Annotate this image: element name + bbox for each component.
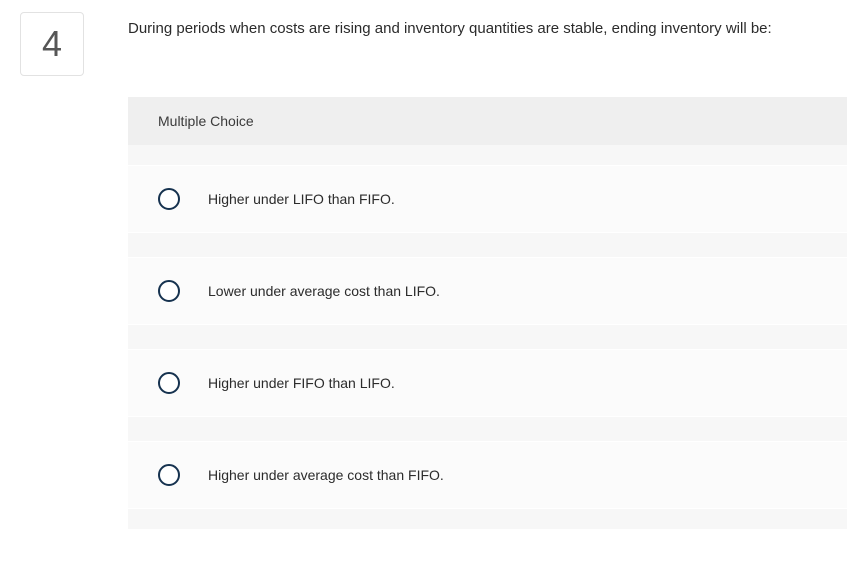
option-3[interactable]: Higher under FIFO than LIFO. — [128, 349, 847, 417]
option-4[interactable]: Higher under average cost than FIFO. — [128, 441, 847, 509]
radio-icon — [158, 372, 180, 394]
multiple-choice-header: Multiple Choice — [128, 97, 847, 145]
option-text: Lower under average cost than LIFO. — [208, 283, 440, 299]
question-body: During periods when costs are rising and… — [128, 12, 847, 529]
question-number-box: 4 — [20, 12, 84, 76]
radio-icon — [158, 464, 180, 486]
option-text: Higher under average cost than FIFO. — [208, 467, 444, 483]
question-text: During periods when costs are rising and… — [128, 18, 847, 41]
question-number: 4 — [42, 23, 62, 65]
option-1[interactable]: Higher under LIFO than FIFO. — [128, 165, 847, 233]
radio-icon — [158, 280, 180, 302]
question-wrapper: 4 During periods when costs are rising a… — [0, 0, 847, 529]
option-text: Higher under LIFO than FIFO. — [208, 191, 395, 207]
options-list: Higher under LIFO than FIFO. Lower under… — [128, 145, 847, 529]
multiple-choice-container: Multiple Choice Higher under LIFO than F… — [128, 97, 847, 529]
radio-icon — [158, 188, 180, 210]
option-text: Higher under FIFO than LIFO. — [208, 375, 395, 391]
option-2[interactable]: Lower under average cost than LIFO. — [128, 257, 847, 325]
